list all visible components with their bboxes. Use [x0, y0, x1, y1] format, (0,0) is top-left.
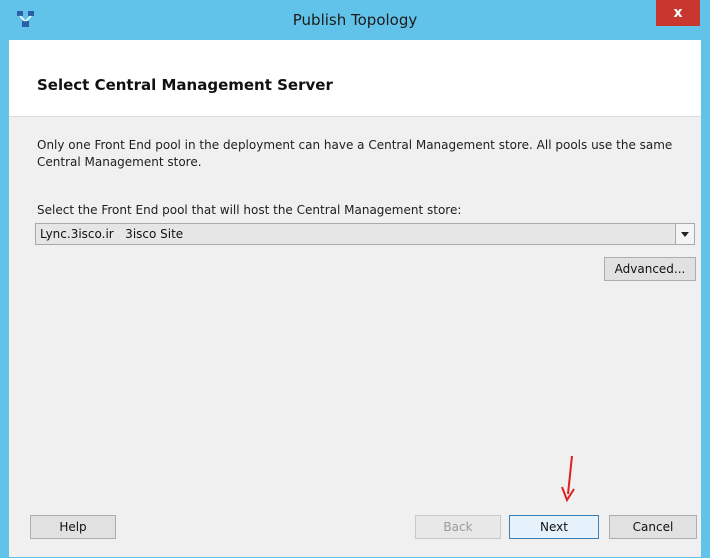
description-text: Only one Front End pool in the deploymen…	[37, 138, 673, 169]
chevron-down-icon[interactable]	[675, 224, 694, 244]
pool-select-label: Select the Front End pool that will host…	[37, 203, 462, 217]
dialog-client-area: Select Central Management Server Only on…	[9, 40, 701, 557]
title-bar[interactable]: Publish Topology x	[0, 0, 710, 40]
next-button[interactable]: Next	[509, 515, 599, 539]
window-title: Publish Topology	[292, 11, 418, 29]
close-button[interactable]: x	[656, 0, 700, 26]
close-icon: x	[673, 5, 683, 21]
publish-topology-window: Publish Topology x Select Central Manage…	[0, 0, 710, 558]
dropdown-selected-value: Lync.3isco.ir 3isco Site	[40, 227, 184, 241]
cancel-button[interactable]: Cancel	[609, 515, 697, 539]
back-button[interactable]: Back	[415, 515, 501, 539]
page-title: Select Central Management Server	[37, 76, 333, 94]
red-arrow-annotation	[561, 455, 575, 503]
help-button[interactable]: Help	[30, 515, 116, 539]
front-end-pool-dropdown[interactable]: Lync.3isco.ir 3isco Site	[35, 223, 695, 245]
header-band: Select Central Management Server	[9, 40, 701, 117]
advanced-button[interactable]: Advanced...	[604, 257, 696, 281]
